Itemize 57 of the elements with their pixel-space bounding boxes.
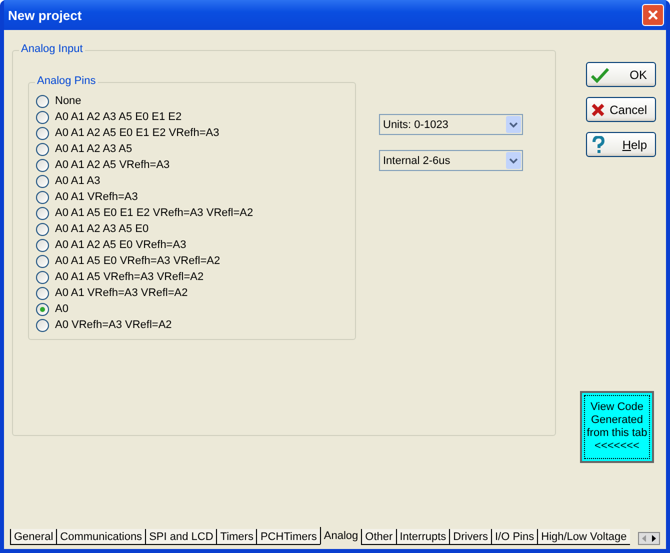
radio-button[interactable]: [36, 270, 49, 284]
dropdown[interactable]: Internal 2-6us: [379, 150, 523, 171]
radio-label[interactable]: A0 A1 A3: [55, 175, 100, 187]
tab[interactable]: Drivers: [449, 529, 491, 545]
radio-button[interactable]: [36, 94, 49, 108]
radio-button[interactable]: [36, 286, 49, 300]
cancel-button[interactable]: Cancel: [586, 97, 656, 122]
radio-button[interactable]: [36, 142, 49, 156]
help-button[interactable]: Help: [586, 132, 656, 157]
check-icon: [591, 66, 609, 82]
radio-button[interactable]: [36, 238, 49, 252]
radio-button[interactable]: [36, 174, 49, 188]
close-icon: [647, 9, 659, 21]
radio-label[interactable]: None: [55, 95, 82, 107]
tab[interactable]: Communications: [56, 529, 146, 545]
group-title: Analog Input: [19, 43, 85, 55]
radio-label[interactable]: A0 A1 A5 E0 VRefh=A3 VRefl=A2: [55, 255, 220, 267]
tab[interactable]: PCHTimers: [256, 529, 320, 545]
tab-scroll-arrows[interactable]: [638, 532, 660, 545]
tab[interactable]: Timers: [216, 529, 256, 545]
radio-button[interactable]: [36, 318, 49, 332]
tab[interactable]: General: [10, 529, 56, 545]
group-title: Analog Pins: [35, 75, 98, 87]
radio-label[interactable]: A0 A1 A5 E0 E1 E2 VRefh=A3 VRefl=A2: [55, 207, 254, 219]
radio-label[interactable]: A0 A1 A2 A3 A5 E0: [55, 223, 149, 235]
tab[interactable]: SPI and LCD: [145, 529, 216, 545]
radio-label[interactable]: A0 A1 A2 A5 E0 VRefh=A3: [55, 239, 186, 251]
tab[interactable]: I/O Pins: [491, 529, 538, 545]
ok-button[interactable]: OK: [586, 62, 656, 87]
radio-label[interactable]: A0 A1 VRefh=A3: [55, 191, 138, 203]
question-mark-icon: [591, 136, 605, 154]
radio-button[interactable]: [36, 158, 49, 172]
radio-button[interactable]: [36, 126, 49, 140]
radio-button[interactable]: [36, 206, 49, 220]
cross-icon: [591, 102, 605, 116]
radio-label[interactable]: A0 A1 VRefh=A3 VRefl=A2: [55, 287, 188, 299]
radio-label[interactable]: A0 A1 A2 A5 E0 E1 E2 VRefh=A3: [55, 127, 220, 139]
radio-label[interactable]: A0 A1 A5 VRefh=A3 VRefl=A2: [55, 271, 204, 283]
tab[interactable]: Interrupts: [396, 529, 450, 545]
chevron-down-icon: [506, 116, 521, 133]
radio-button[interactable]: [36, 190, 49, 204]
radio-label[interactable]: A0 A1 A2 A3 A5: [55, 143, 132, 155]
tab[interactable]: High/Low Voltage: [537, 529, 630, 545]
radio-label[interactable]: A0 VRefh=A3 VRefl=A2: [55, 319, 172, 331]
view-code-button[interactable]: View Code Generated from this tab <<<<<<<: [580, 391, 654, 463]
radio-label[interactable]: A0 A1 A2 A3 A5 E0 E1 E2: [55, 111, 182, 123]
radio-button[interactable]: [36, 222, 49, 236]
radio-button[interactable]: [36, 110, 49, 124]
radio-button[interactable]: [36, 254, 49, 268]
radio-button[interactable]: [36, 302, 49, 316]
chevron-down-icon: [506, 152, 521, 169]
radio-label[interactable]: A0: [55, 303, 68, 315]
tab[interactable]: Other: [361, 529, 396, 545]
close-button[interactable]: [642, 4, 664, 26]
dropdown[interactable]: Units: 0-1023: [379, 114, 523, 135]
radio-label[interactable]: A0 A1 A2 A5 VRefh=A3: [55, 159, 170, 171]
window-title: New project: [8, 8, 82, 22]
